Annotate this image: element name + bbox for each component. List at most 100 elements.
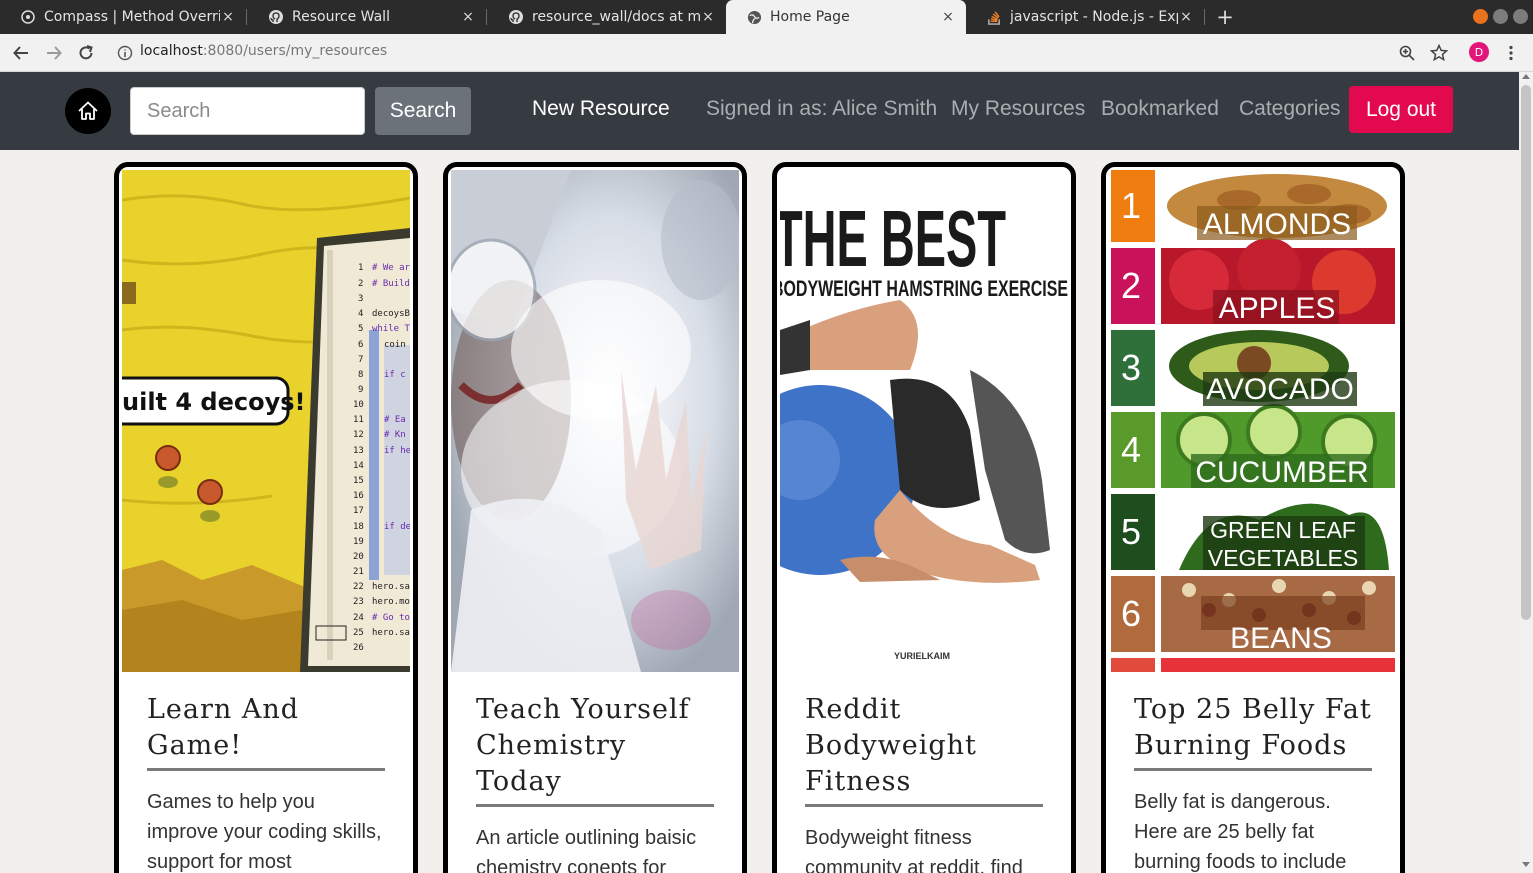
- new-resource-link[interactable]: New Resource: [532, 97, 670, 121]
- search-input[interactable]: [130, 87, 365, 135]
- back-button[interactable]: [10, 42, 32, 64]
- item-label: GREEN LEAF VEGETABLES: [1207, 517, 1359, 571]
- new-tab-button[interactable]: +: [1214, 6, 1236, 28]
- resource-card[interactable]: 1234 5678 9 10 11 12 13 14 15 16 17 18 19 20 21 22…: [114, 162, 418, 873]
- svg-text:13: 13: [353, 446, 364, 456]
- card-title[interactable]: Top 25 Belly Fat Burning Foods: [1134, 672, 1372, 771]
- item-label: CUCUMBER: [1195, 456, 1368, 489]
- tab-stackoverflow[interactable]: javascript - Node.js - Expr ×: [966, 0, 1204, 34]
- svg-text:25: 25: [353, 628, 364, 638]
- close-icon[interactable]: ×: [460, 9, 476, 25]
- card-image-caption: uilt 4 decoys!: [122, 388, 305, 416]
- tab-title: javascript - Node.js - Expr: [1010, 9, 1178, 25]
- card-image[interactable]: [451, 170, 739, 672]
- zoom-icon[interactable]: [1397, 43, 1417, 63]
- tab-compass[interactable]: Compass | Method Overri ×: [0, 0, 246, 34]
- item-label: APPLES: [1219, 292, 1336, 325]
- card-image-heading: THE BEST: [780, 194, 1006, 283]
- categories-link[interactable]: Categories: [1239, 97, 1341, 121]
- maximize-window-button[interactable]: [1493, 9, 1508, 24]
- close-icon[interactable]: ×: [700, 9, 716, 25]
- card-description: Games to help you improve your coding sk…: [147, 791, 382, 873]
- svg-text:14: 14: [353, 461, 364, 471]
- profile-avatar[interactable]: D: [1469, 42, 1489, 62]
- svg-text:17: 17: [353, 506, 364, 516]
- item-number: 4: [1121, 429, 1141, 470]
- svg-text:10: 10: [353, 400, 364, 410]
- tab-home-page[interactable]: Home Page ×: [726, 0, 966, 34]
- close-icon[interactable]: ×: [220, 9, 236, 25]
- svg-text:11: 11: [353, 415, 364, 425]
- logout-button[interactable]: Log out: [1349, 86, 1453, 133]
- site-info-icon[interactable]: [114, 42, 136, 64]
- svg-text:# Kn: # Kn: [384, 430, 406, 440]
- tab-resource-wall[interactable]: Resource Wall ×: [248, 0, 486, 34]
- tab-divider: [246, 9, 247, 25]
- item-number: 1: [1121, 185, 1141, 226]
- close-icon[interactable]: ×: [1178, 9, 1194, 25]
- svg-text:while T: while T: [372, 324, 410, 334]
- address-bar[interactable]: localhost:8080/users/my_resources: [140, 43, 387, 59]
- resource-card[interactable]: Teach Yourself Chemistry Today An articl…: [443, 162, 747, 873]
- scroll-up-arrow-icon[interactable]: [1522, 74, 1530, 79]
- my-resources-link[interactable]: My Resources: [951, 97, 1085, 121]
- item-number: 3: [1121, 347, 1141, 388]
- compass-icon: [20, 9, 36, 25]
- close-window-button[interactable]: [1513, 9, 1528, 24]
- svg-text:hero.say("I: hero.say("I: [372, 628, 410, 638]
- svg-text:hero.moveX: hero.moveX: [372, 597, 410, 607]
- tab-divider: [1204, 9, 1205, 25]
- resource-card[interactable]: 1 2 3 4 5 6 ALMONDS APPLES AVOCADO CUCUM…: [1101, 162, 1405, 873]
- svg-text:3: 3: [358, 294, 363, 304]
- item-label: AVOCADO: [1206, 373, 1354, 406]
- bookmark-star-icon[interactable]: [1429, 43, 1449, 63]
- tab-resource-wall-docs[interactable]: resource_wall/docs at ma ×: [488, 0, 726, 34]
- close-icon[interactable]: ×: [940, 9, 956, 25]
- tab-divider: [486, 9, 487, 25]
- card-image-credit: YURIELKAIM: [894, 651, 950, 661]
- browser-tab-strip: Compass | Method Overri × Resource Wall …: [0, 0, 1533, 34]
- card-description: An article outlining baisic chemistry co…: [476, 827, 697, 873]
- scrollbar-thumb[interactable]: [1521, 85, 1531, 620]
- item-number: 5: [1121, 511, 1141, 552]
- search-button[interactable]: Search: [375, 87, 471, 135]
- card-title[interactable]: Learn And Game!: [147, 672, 385, 771]
- github-icon: [268, 9, 284, 25]
- svg-text:7: 7: [358, 355, 363, 365]
- card-image[interactable]: THE BEST BODYWEIGHT HAMSTRING EXERCISE Y…: [780, 170, 1068, 672]
- bookmarked-link[interactable]: Bookmarked: [1101, 97, 1219, 121]
- home-button[interactable]: [65, 88, 111, 134]
- svg-text:# Ea: # Ea: [384, 415, 406, 425]
- card-image[interactable]: 1 2 3 4 5 6 ALMONDS APPLES AVOCADO CUCUM…: [1109, 170, 1397, 672]
- svg-text:22: 22: [353, 582, 364, 592]
- svg-text:coin: coin: [384, 340, 406, 350]
- tab-title: Home Page: [770, 9, 850, 25]
- svg-text:2: 2: [358, 279, 363, 289]
- svg-text:if he: if he: [384, 446, 410, 456]
- svg-text:hero.say(": hero.say(": [372, 582, 410, 592]
- globe-icon: [746, 9, 762, 25]
- minimize-window-button[interactable]: [1473, 9, 1488, 24]
- card-body: Top 25 Belly Fat Burning Foods Belly fat…: [1106, 672, 1400, 873]
- card-body: Learn And Game! Games to help you improv…: [119, 672, 413, 873]
- reload-icon: [79, 45, 93, 60]
- forward-button[interactable]: [43, 42, 65, 64]
- item-label: BEANS: [1230, 622, 1332, 655]
- scroll-down-arrow-icon[interactable]: [1522, 862, 1530, 867]
- card-title[interactable]: Teach Yourself Chemistry Today: [476, 672, 714, 807]
- reload-button[interactable]: [75, 42, 97, 64]
- browser-menu-icon[interactable]: [1501, 43, 1521, 63]
- card-title[interactable]: Reddit Bodyweight Fitness: [805, 672, 1043, 807]
- svg-text:19: 19: [353, 537, 364, 547]
- card-description: Belly fat is dangerous. Here are 25 bell…: [1134, 791, 1347, 873]
- svg-text:if c: if c: [384, 370, 406, 380]
- svg-text:26: 26: [353, 643, 364, 653]
- browser-toolbar: localhost:8080/users/my_resources: [0, 34, 1533, 72]
- resource-card[interactable]: THE BEST BODYWEIGHT HAMSTRING EXERCISE Y…: [772, 162, 1076, 873]
- svg-text:18: 18: [353, 522, 364, 532]
- card-image[interactable]: 1234 5678 9 10 11 12 13 14 15 16 17 18 19 20 21 22…: [122, 170, 410, 672]
- github-icon: [508, 9, 524, 25]
- svg-text:# Build: # Build: [372, 279, 410, 289]
- tab-title: resource_wall/docs at ma: [532, 9, 700, 25]
- svg-text:15: 15: [353, 476, 364, 486]
